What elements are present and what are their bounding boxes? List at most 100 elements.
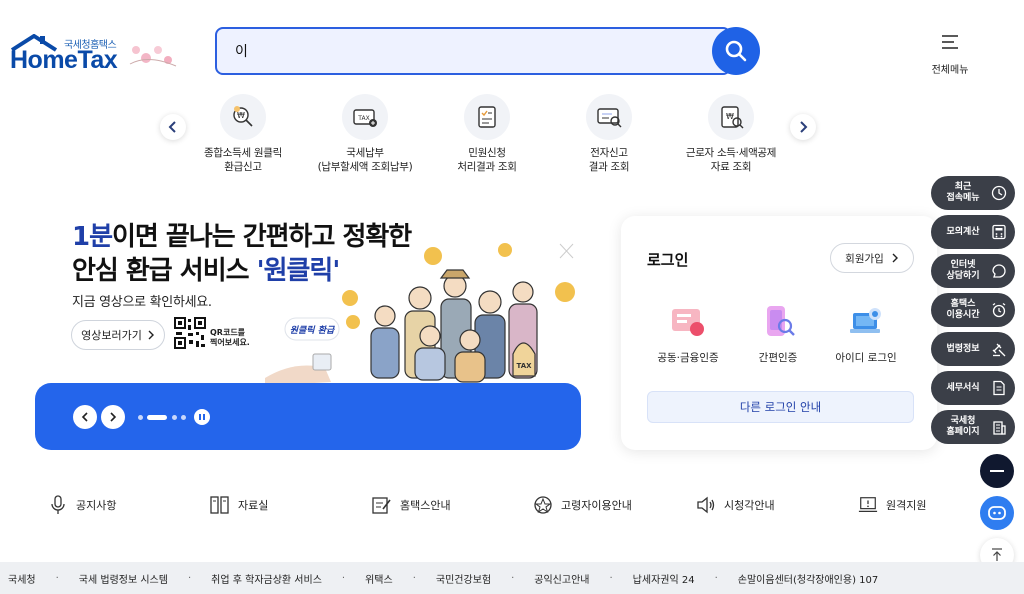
login-title: 로그인: [647, 251, 689, 269]
login-option-label: 아이디 로그인: [835, 352, 897, 364]
laptop-icon: [846, 302, 886, 342]
banner-pause-button[interactable]: [194, 409, 210, 425]
svg-text:TAX: TAX: [357, 115, 369, 122]
banner-subtitle: 지금 영상으로 확인하세요.: [72, 295, 212, 310]
guide-icon: [372, 494, 392, 516]
chevron-right-icon: [148, 330, 154, 340]
arrow-up-icon: [992, 548, 1002, 561]
quick-menu-item-petition[interactable]: 민원신청 처리결과 조회: [427, 94, 547, 174]
simple-auth-login-option[interactable]: 간편인증: [733, 302, 823, 365]
quick-menu-item-refund[interactable]: ₩ 종합소득세 원클릭 환급신고: [183, 94, 303, 174]
collapse-menu-button[interactable]: [980, 454, 1014, 488]
svg-text:₩: ₩: [726, 112, 734, 121]
login-panel: 로그인 회원가입 공동·금융인증 간편인증 아이디 로그인 다른 로그인 안내: [621, 216, 937, 450]
certificate-login-option[interactable]: 공동·금융인증: [643, 302, 733, 365]
slide-indicator[interactable]: [181, 415, 186, 420]
tax-payment-icon: TAX: [342, 94, 388, 140]
archive-link[interactable]: 자료실: [210, 494, 268, 516]
bottom-link-label: 공지사항: [76, 499, 117, 512]
footer-link[interactable]: 납세자권익 24: [633, 571, 695, 586]
all-menu-button[interactable]: 전체메뉴: [925, 34, 975, 76]
footer-link[interactable]: 취업 후 학자금상환 서비스: [211, 571, 322, 586]
chatbot-icon: [988, 506, 1006, 520]
qr-code-caption: QR코드를 찍어보세요.: [210, 328, 250, 347]
side-menu-calculator[interactable]: 모의계산: [931, 215, 1015, 249]
bottom-link-label: 시청각안내: [724, 499, 775, 512]
quick-menu-label: 국세납부 (납부할세액 조회납부): [317, 147, 413, 173]
hometax-logo[interactable]: 국세청홈택스 HomeTax: [8, 32, 178, 76]
side-menu-label: 홈택스 이용시간: [946, 299, 980, 320]
quick-menu-item-tax-payment[interactable]: TAX 국세납부 (납부할세액 조회납부): [305, 94, 425, 174]
login-option-label: 간편인증: [758, 352, 798, 364]
form-icon: [989, 378, 1009, 398]
side-menu-label: 법령정보: [946, 343, 980, 354]
quick-menu-label: 근로자 소득·세액공제 자료 조회: [685, 147, 777, 173]
signup-button[interactable]: 회원가입: [830, 243, 914, 273]
bottom-link-label: 원격지원: [886, 499, 927, 512]
remote-support-link[interactable]: 원격지원: [858, 494, 926, 516]
bottom-link-label: 자료실: [238, 499, 269, 512]
slide-indicator[interactable]: [172, 415, 177, 420]
banner-prev-button[interactable]: [73, 405, 97, 429]
side-menu-label: 최근 접속메뉴: [946, 182, 980, 203]
chatbot-button[interactable]: [980, 496, 1014, 530]
hometax-guide-link[interactable]: 홈택스안내: [372, 494, 451, 516]
chevron-left-icon: [168, 121, 176, 133]
law-icon: [989, 339, 1009, 359]
search-icon: [725, 40, 747, 62]
building-icon: [989, 417, 1009, 437]
chevron-right-icon: [800, 121, 808, 133]
quick-menu-next-button[interactable]: [790, 114, 816, 140]
quick-menu-item-e-filing[interactable]: 전자신고 결과 조회: [549, 94, 669, 174]
banner-title-line2: 안심 환급 서비스: [72, 256, 257, 286]
chevron-right-icon: [892, 253, 898, 263]
chat-icon: [989, 261, 1009, 281]
side-menu-counseling[interactable]: 인터넷 상담하기: [931, 254, 1015, 288]
chevron-right-icon: [110, 412, 117, 422]
id-login-option[interactable]: 아이디 로그인: [821, 302, 911, 365]
pause-icon: [199, 414, 205, 420]
clock-icon: [989, 183, 1009, 203]
audiovisual-guide-link[interactable]: 시청각안내: [696, 494, 775, 516]
side-menu-hours[interactable]: 홈택스 이용시간: [931, 293, 1015, 327]
microphone-icon: [48, 494, 68, 516]
petition-icon: [464, 94, 510, 140]
footer-link[interactable]: 국세청: [8, 571, 36, 586]
search-button[interactable]: [712, 27, 760, 75]
footer-link[interactable]: 국민건강보험: [436, 571, 491, 586]
slide-indicator-active[interactable]: [147, 415, 167, 420]
quick-menu-label: 종합소득세 원클릭 환급신고: [204, 147, 282, 173]
chevron-left-icon: [81, 412, 88, 422]
refund-icon: ₩: [220, 94, 266, 140]
svg-text:₩: ₩: [237, 111, 245, 120]
banner-next-button[interactable]: [101, 405, 125, 429]
side-menu-label: 인터넷 상담하기: [946, 260, 980, 281]
watch-video-button[interactable]: 영상보러가기: [71, 320, 165, 350]
bottom-link-label: 홈택스안내: [400, 499, 451, 512]
search-input[interactable]: [215, 27, 731, 75]
footer-link[interactable]: 손말이음센터(청각장애인용) 107: [738, 571, 878, 586]
side-menu-label: 국세청 홈페이지: [946, 416, 980, 437]
side-menu-law[interactable]: 법령정보: [931, 332, 1015, 366]
side-menu-label: 세무서식: [946, 382, 980, 393]
cherry-blossom-icon: [129, 46, 177, 67]
footer-link[interactable]: 국세 법령정보 시스템: [79, 571, 168, 586]
slide-indicator[interactable]: [138, 415, 143, 420]
side-menu-nts-homepage[interactable]: 국세청 홈페이지: [931, 410, 1015, 444]
hamburger-icon: [942, 35, 958, 49]
senior-guide-link[interactable]: 고령자이용안내: [533, 494, 632, 516]
notice-link[interactable]: 공지사항: [48, 494, 116, 516]
speaker-icon: [696, 494, 716, 516]
senior-icon: [533, 494, 553, 516]
other-login-guide-button[interactable]: 다른 로그인 안내: [647, 391, 914, 423]
qr-code-icon: [174, 317, 206, 349]
deduction-icon: ₩: [708, 94, 754, 140]
side-menu-tax-forms[interactable]: 세무서식: [931, 371, 1015, 405]
one-click-badge: 원클릭 환급: [290, 325, 336, 336]
smartphone-icon: [758, 302, 798, 342]
side-menu-recent[interactable]: 최근 접속메뉴: [931, 176, 1015, 210]
quick-menu-item-deduction[interactable]: ₩ 근로자 소득·세액공제 자료 조회: [671, 94, 791, 174]
footer-link[interactable]: 공익신고안내: [534, 571, 589, 586]
minus-icon: [990, 470, 1004, 472]
footer-link[interactable]: 위택스: [365, 571, 393, 586]
